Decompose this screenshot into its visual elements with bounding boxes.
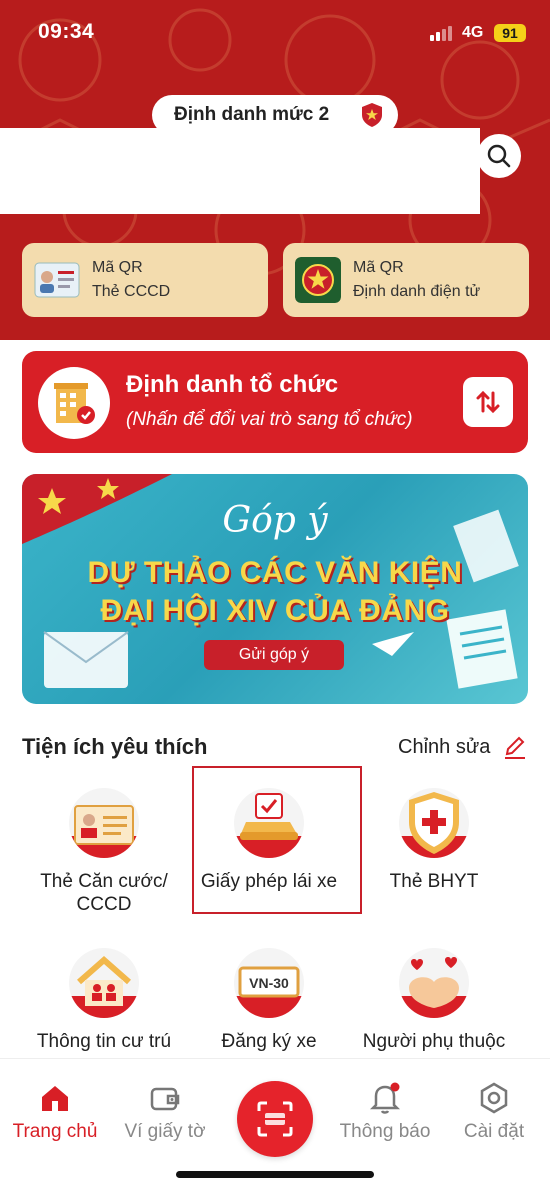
shield-star-icon xyxy=(362,103,382,127)
send-feedback-button[interactable]: Gửi góp ý xyxy=(204,640,344,670)
hands-heart-icon xyxy=(399,948,469,1018)
favorite-label: Giấy phép lái xe xyxy=(200,871,338,892)
search-button[interactable] xyxy=(477,134,521,178)
gear-icon xyxy=(480,1082,508,1114)
qr-eid-card[interactable]: Mã QR Định danh điện tử xyxy=(283,243,529,317)
network-type: 4G xyxy=(462,24,484,41)
nav-label: Trang chủ xyxy=(12,1121,98,1142)
bell-icon xyxy=(369,1082,401,1114)
identity-level-label: Định danh mức 2 xyxy=(174,104,330,125)
wallet-icon xyxy=(150,1087,180,1111)
pencil-icon[interactable] xyxy=(502,734,528,760)
org-card-title: Định danh tổ chức xyxy=(126,371,339,398)
favorite-label: Thẻ Căn cước/ CCCD xyxy=(40,871,168,915)
favorite-label: Thẻ BHYT xyxy=(389,871,479,892)
status-time: 09:34 xyxy=(38,20,95,43)
favorite-label: Đăng ký xe xyxy=(221,1031,317,1052)
police-emblem-icon xyxy=(295,257,341,303)
scan-button[interactable] xyxy=(237,1081,313,1157)
header-banner: 09:34 4G 91 Định danh mức 2 Mã QR Thẻ CC… xyxy=(0,0,550,340)
favorite-label: Người phụ thuộc xyxy=(362,1031,506,1052)
nav-label: Ví giấy tờ xyxy=(124,1121,206,1142)
nav-label: Cài đặt xyxy=(463,1121,525,1142)
qr-card-subtitle: Thẻ CCCD xyxy=(92,283,171,300)
id-card-icon xyxy=(34,262,80,298)
search-icon xyxy=(487,144,511,168)
favorites-edit-button[interactable]: Chỉnh sửa xyxy=(398,736,490,759)
health-shield-icon xyxy=(399,788,469,858)
home-icon xyxy=(42,1086,68,1111)
swap-arrows-icon xyxy=(476,390,500,414)
signal-icon xyxy=(430,26,452,41)
status-bar: 09:34 4G 91 xyxy=(0,0,550,64)
home-indicator[interactable] xyxy=(176,1171,374,1178)
qr-card-title: Mã QR xyxy=(353,259,404,276)
plate-text: VN-30 xyxy=(249,975,289,991)
switch-role-button[interactable] xyxy=(463,377,513,427)
banner-line-1: DỰ THẢO CÁC VĂN KIỆN xyxy=(87,556,463,589)
id-card-icon xyxy=(69,788,139,858)
promo-banner[interactable]: Góp ý DỰ THẢO CÁC VĂN KIỆN ĐẠI HỘI XIV C… xyxy=(22,474,528,704)
building-icon xyxy=(38,367,110,439)
qr-card-subtitle: Định danh điện tử xyxy=(353,283,481,300)
organization-identity-card[interactable]: Định danh tổ chức (Nhấn để đổi vai trò s… xyxy=(22,351,528,453)
qr-card-title: Mã QR xyxy=(92,259,143,276)
qr-cccd-card[interactable]: Mã QR Thẻ CCCD xyxy=(22,243,268,317)
identity-level-badge[interactable]: Định danh mức 2 xyxy=(152,95,398,135)
user-info-redacted xyxy=(0,128,480,214)
license-plate-icon: VN-30 xyxy=(234,948,304,1018)
battery-icon: 91 xyxy=(494,24,526,42)
house-icon xyxy=(69,948,139,1018)
nav-label: Thông báo xyxy=(339,1121,431,1142)
scan-icon xyxy=(257,1101,293,1137)
banner-heading: Góp ý xyxy=(222,500,328,541)
car-check-icon xyxy=(234,788,304,858)
favorites-title: Tiện ích yêu thích xyxy=(22,734,208,759)
favorite-label: Thông tin cư trú xyxy=(36,1031,172,1052)
banner-line-2: ĐẠI HỘI XIV CỦA ĐẢNG xyxy=(100,594,450,627)
org-card-subtitle: (Nhấn để đổi vai trò sang tổ chức) xyxy=(126,409,413,430)
